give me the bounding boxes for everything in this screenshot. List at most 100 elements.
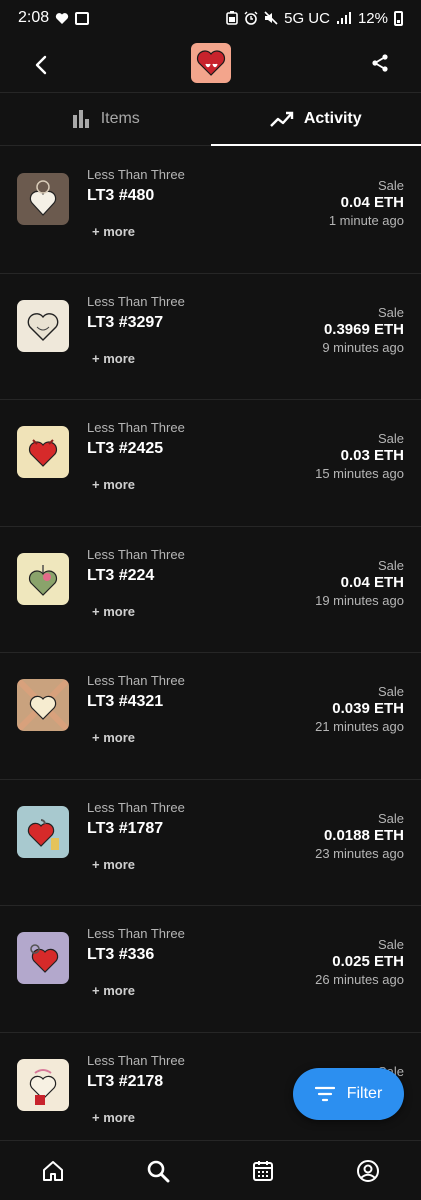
nft-thumbnail [17,932,69,984]
list-item[interactable]: Less Than Three LT3 #480 + more Sale 0.0… [0,147,421,274]
more-link[interactable]: + more [92,730,135,745]
tab-items-label: Items [100,110,140,127]
more-link[interactable]: + more [92,1110,135,1125]
nft-thumbnail [17,173,69,225]
signal-icon [336,12,351,24]
tab-activity[interactable]: Activity [210,93,421,146]
item-name[interactable]: LT3 #224 [87,567,154,585]
bottom-nav [0,1140,421,1200]
event-time: 23 minutes ago [315,845,404,861]
sale-price: 0.3969 ETH [323,320,404,338]
collection-name: Less Than Three [87,167,185,182]
back-button[interactable] [24,48,58,82]
nft-art-icon [27,818,59,850]
heart-icon [55,12,69,24]
event-type: Sale [377,178,404,193]
battery-percent: 12% [357,9,388,27]
list-item[interactable]: Less Than Three LT3 #1787 + more Sale 0.… [0,780,421,906]
item-name[interactable]: LT3 #3297 [87,314,163,332]
status-bar: 2:08 5G UC 12% [0,0,421,36]
event-time: 1 minute ago [328,213,404,228]
calendar-icon [253,1160,274,1181]
event-time: 15 minutes ago [315,466,404,481]
event-type: Sale [377,304,404,320]
share-button[interactable] [363,46,397,80]
nav-profile[interactable] [348,1151,388,1191]
tab-activity-label: Activity [303,110,362,127]
collection-name: Less Than Three [87,293,185,309]
mute-icon [264,11,278,25]
more-link[interactable]: + more [92,224,135,239]
image-icon [75,11,90,25]
item-name[interactable]: LT3 #336 [87,946,154,964]
list-item[interactable]: Less Than Three LT3 #336 + more Sale 0.0… [0,906,421,1033]
item-name[interactable]: LT3 #2178 [87,1073,163,1091]
status-time: 2:08 [18,9,50,26]
event-time: 9 minutes ago [322,339,404,355]
activity-list: Less Than Three LT3 #480 + more Sale 0.0… [0,147,421,1159]
sale-price: 0.04 ETH [340,194,404,211]
collection-name: Less Than Three [87,673,185,688]
nft-thumbnail [17,552,69,605]
list-item[interactable]: Less Than Three LT3 #224 + more Sale 0.0… [0,527,421,653]
sale-price: 0.0188 ETH [323,826,404,844]
nft-thumbnail [17,679,69,731]
nav-home[interactable] [33,1151,73,1191]
chevron-left-icon [35,55,47,75]
collection-name: Less Than Three [87,1052,185,1068]
more-link[interactable]: + more [92,983,135,998]
search-icon [147,1160,170,1182]
list-item[interactable]: Less Than Three LT3 #3297 + more Sale 0.… [0,274,421,400]
nft-art-icon [29,180,57,216]
profile-icon [357,1159,380,1182]
tab-bar: Items Activity [0,92,421,146]
item-name[interactable]: LT3 #4321 [87,693,163,711]
nft-art-icon [30,944,59,973]
nft-thumbnail [17,299,69,352]
battery-icon [394,10,403,26]
event-type: Sale [377,557,404,573]
event-time: 19 minutes ago [315,592,404,608]
item-name[interactable]: LT3 #480 [87,187,154,205]
event-type: Sale [377,684,404,699]
more-link[interactable]: + more [92,477,135,492]
sale-price: 0.025 ETH [332,953,404,970]
list-item[interactable]: Less Than Three LT3 #4321 + more Sale 0.… [0,653,421,780]
app-header [0,36,421,92]
share-icon [372,54,388,72]
more-link[interactable]: + more [92,604,135,619]
filter-icon [314,1086,335,1102]
nft-thumbnail [17,1058,69,1111]
more-link[interactable]: + more [92,857,135,872]
alarm-icon [244,11,258,25]
nft-thumbnail [17,426,69,478]
trend-line-icon [269,111,294,127]
item-name[interactable]: LT3 #1787 [87,820,163,838]
list-item[interactable]: Less Than Three LT3 #2425 + more Sale 0.… [0,400,421,527]
filter-button[interactable]: Filter [293,1068,404,1120]
nav-calendar[interactable] [243,1151,283,1191]
nft-art-icon [28,439,58,467]
more-link[interactable]: + more [92,351,135,366]
collection-name: Less Than Three [87,799,185,815]
collection-logo[interactable] [191,43,231,83]
tab-items[interactable]: Items [0,93,211,145]
heart-logo-icon [196,50,226,76]
event-type: Sale [377,431,404,446]
event-type: Sale [377,810,404,826]
collection-name: Less Than Three [87,420,185,435]
sale-price: 0.03 ETH [340,447,404,464]
nav-search[interactable] [138,1151,178,1191]
home-icon [42,1160,63,1181]
nft-art-icon [29,1068,57,1105]
sale-price: 0.039 ETH [332,700,404,717]
nft-art-icon [17,679,69,731]
filter-label: Filter [346,1085,383,1102]
nft-thumbnail [17,805,69,858]
bar-chart-icon [72,110,89,128]
nft-art-icon [27,312,59,341]
item-name[interactable]: LT3 #2425 [87,440,163,458]
sale-price: 0.04 ETH [340,573,404,591]
event-type: Sale [377,937,404,952]
event-time: 26 minutes ago [315,972,404,987]
